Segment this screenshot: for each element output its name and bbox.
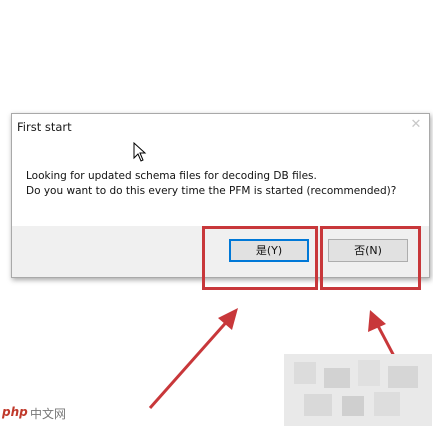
red-arrow-icon [148,308,238,409]
red-arrow-icon [368,310,397,359]
mouse-pointer-icon [133,142,147,162]
watermark-text: 中文网 [30,407,67,421]
pixelated-watermark-block [284,354,432,426]
watermark-logo: php [2,405,28,419]
